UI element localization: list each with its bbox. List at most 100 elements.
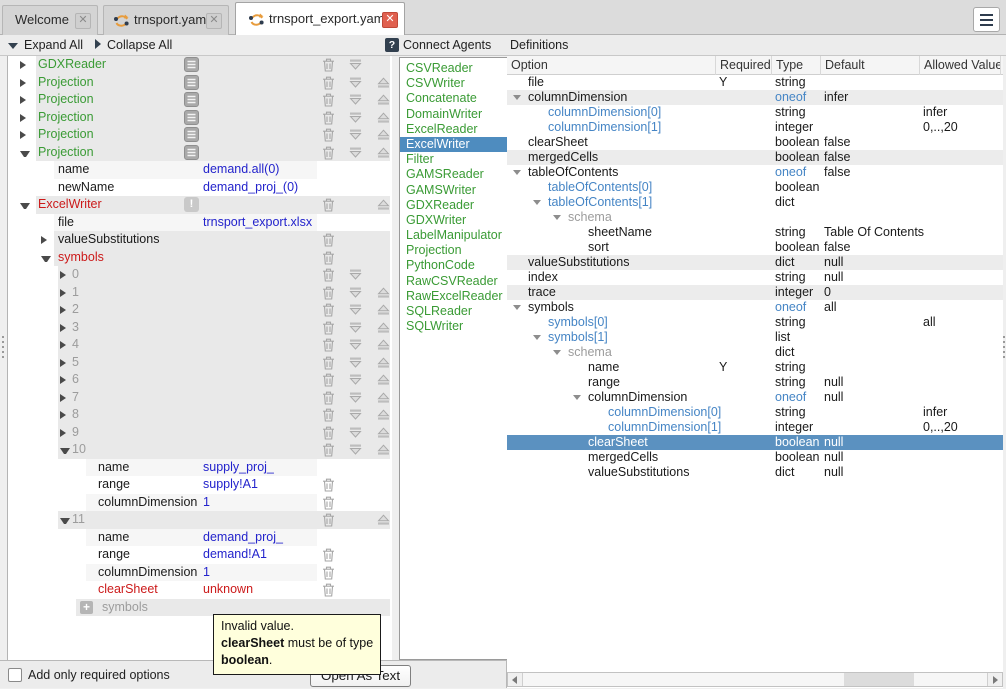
agent-item-concatenate[interactable]: Concatenate: [400, 91, 508, 106]
definition-row[interactable]: schemadict: [507, 345, 1003, 360]
expand-expander-icon[interactable]: [20, 96, 30, 104]
move-down-icon[interactable]: [349, 129, 362, 143]
move-up-icon[interactable]: [377, 409, 390, 423]
close-icon[interactable]: ✕: [75, 13, 91, 29]
tree-row[interactable]: 9: [8, 424, 392, 442]
delete-icon[interactable]: [322, 478, 335, 495]
move-down-icon[interactable]: [349, 59, 362, 73]
tree-row[interactable]: 8: [8, 406, 392, 424]
collapse-expander-icon[interactable]: [513, 95, 521, 100]
collapse-expander-icon[interactable]: [513, 170, 521, 175]
move-down-icon[interactable]: [349, 77, 362, 91]
delete-icon[interactable]: [322, 373, 335, 390]
tree-row[interactable]: 6: [8, 371, 392, 389]
add-only-required-checkbox[interactable]: [8, 668, 22, 682]
definition-row[interactable]: traceinteger0: [507, 285, 1003, 300]
tree-row[interactable]: Projection: [8, 91, 392, 109]
definition-row[interactable]: clearSheetbooleanfalse: [507, 135, 1003, 150]
delete-icon[interactable]: [322, 356, 335, 373]
expand-expander-icon[interactable]: [60, 341, 70, 349]
move-down-icon[interactable]: [349, 392, 362, 406]
agent-item-csvwriter[interactable]: CSVWriter: [400, 76, 508, 91]
expand-expander-icon[interactable]: [60, 411, 70, 419]
scrollbar-thumb[interactable]: [844, 673, 914, 686]
expand-expander-icon[interactable]: [20, 79, 30, 87]
agent-item-projection[interactable]: Projection: [400, 243, 508, 258]
tree-row[interactable]: Projection: [8, 126, 392, 144]
delete-icon[interactable]: [322, 391, 335, 408]
definition-row[interactable]: tableOfContents[0]boolean: [507, 180, 1003, 195]
expand-expander-icon[interactable]: [60, 324, 70, 332]
column-header-type[interactable]: Type: [772, 56, 821, 75]
move-up-icon[interactable]: [377, 77, 390, 91]
delete-icon[interactable]: [322, 513, 335, 530]
delete-icon[interactable]: [322, 303, 335, 320]
definition-row[interactable]: symbols[1]list: [507, 330, 1003, 345]
move-down-icon[interactable]: [349, 269, 362, 283]
move-up-icon[interactable]: [377, 287, 390, 301]
cell-option[interactable]: tableOfContents[0]: [548, 180, 652, 195]
delete-icon[interactable]: [322, 408, 335, 425]
definition-row[interactable]: columnDimension[1]integer0,..,20: [507, 120, 1003, 135]
delete-icon[interactable]: [322, 426, 335, 443]
tree-row[interactable]: 4: [8, 336, 392, 354]
definition-row[interactable]: columnDimensiononeofnull: [507, 390, 1003, 405]
tree-row[interactable]: Projection: [8, 109, 392, 127]
tree-row[interactable]: ExcelWriter!: [8, 196, 392, 214]
definition-row[interactable]: columnDimension[0]stringinfer: [507, 105, 1003, 120]
agent-item-csvreader[interactable]: CSVReader: [400, 61, 508, 76]
agent-item-filter[interactable]: Filter: [400, 152, 508, 167]
close-icon[interactable]: ✕: [382, 12, 398, 28]
cell-option[interactable]: columnDimension[1]: [548, 120, 661, 135]
move-down-icon[interactable]: [349, 409, 362, 423]
agent-item-gamsreader[interactable]: GAMSReader: [400, 167, 508, 182]
agent-item-sqlreader[interactable]: SQLReader: [400, 304, 508, 319]
agent-options-icon[interactable]: [184, 110, 199, 128]
definition-row[interactable]: columnDimension[0]stringinfer: [507, 405, 1003, 420]
tree-node-value[interactable]: 1: [203, 494, 210, 512]
cell-option[interactable]: symbols[0]: [548, 315, 608, 330]
tree-row[interactable]: valueSubstitutions: [8, 231, 392, 249]
tree-node-value[interactable]: demand.all(0): [203, 161, 279, 179]
delete-icon[interactable]: [322, 566, 335, 583]
tree-row[interactable]: 2: [8, 301, 392, 319]
hamburger-menu-button[interactable]: [973, 7, 1000, 32]
agent-item-sqlwriter[interactable]: SQLWriter: [400, 319, 508, 334]
move-down-icon[interactable]: [349, 427, 362, 441]
tab-welcome[interactable]: Welcome ✕: [2, 5, 98, 35]
tree-row[interactable]: Projection: [8, 144, 392, 162]
move-down-icon[interactable]: [349, 112, 362, 126]
definition-row[interactable]: clearSheetbooleannull: [507, 435, 1003, 450]
collapse-expander-icon[interactable]: [60, 518, 70, 526]
move-down-icon[interactable]: [349, 304, 362, 318]
tab-trnsport-export-yaml[interactable]: trnsport_export.yaml ✕: [235, 2, 405, 35]
tree-node-value[interactable]: demand!A1: [203, 546, 267, 564]
tree-node-value[interactable]: supply!A1: [203, 476, 258, 494]
delete-icon[interactable]: [322, 58, 335, 75]
expand-all-button[interactable]: Expand All: [8, 35, 83, 55]
tree-row[interactable]: rangedemand!A1: [8, 546, 392, 564]
move-up-icon[interactable]: [377, 322, 390, 336]
move-down-icon[interactable]: [349, 94, 362, 108]
expand-expander-icon[interactable]: [41, 236, 51, 244]
move-down-icon[interactable]: [349, 147, 362, 161]
add-icon[interactable]: +: [80, 601, 93, 614]
definition-row[interactable]: valueSubstitutionsdictnull: [507, 465, 1003, 480]
cell-option[interactable]: columnDimension[0]: [548, 105, 661, 120]
agent-options-icon[interactable]: [184, 145, 199, 163]
collapse-expander-icon[interactable]: [533, 335, 541, 340]
definition-row[interactable]: symbols[0]stringall: [507, 315, 1003, 330]
collapse-expander-icon[interactable]: [20, 203, 30, 211]
collapse-expander-icon[interactable]: [573, 395, 581, 400]
tree-row[interactable]: newNamedemand_proj_(0): [8, 179, 392, 197]
delete-icon[interactable]: [322, 321, 335, 338]
delete-icon[interactable]: [322, 443, 335, 460]
collapse-expander-icon[interactable]: [41, 256, 51, 264]
agent-item-rawcsvreader[interactable]: RawCSVReader: [400, 274, 508, 289]
agent-item-excelreader[interactable]: ExcelReader: [400, 122, 508, 137]
tree-row[interactable]: rangesupply!A1: [8, 476, 392, 494]
tree-row[interactable]: clearSheetunknown: [8, 581, 392, 599]
collapse-expander-icon[interactable]: [513, 305, 521, 310]
left-splitter[interactable]: [0, 56, 7, 660]
collapse-expander-icon[interactable]: [533, 200, 541, 205]
